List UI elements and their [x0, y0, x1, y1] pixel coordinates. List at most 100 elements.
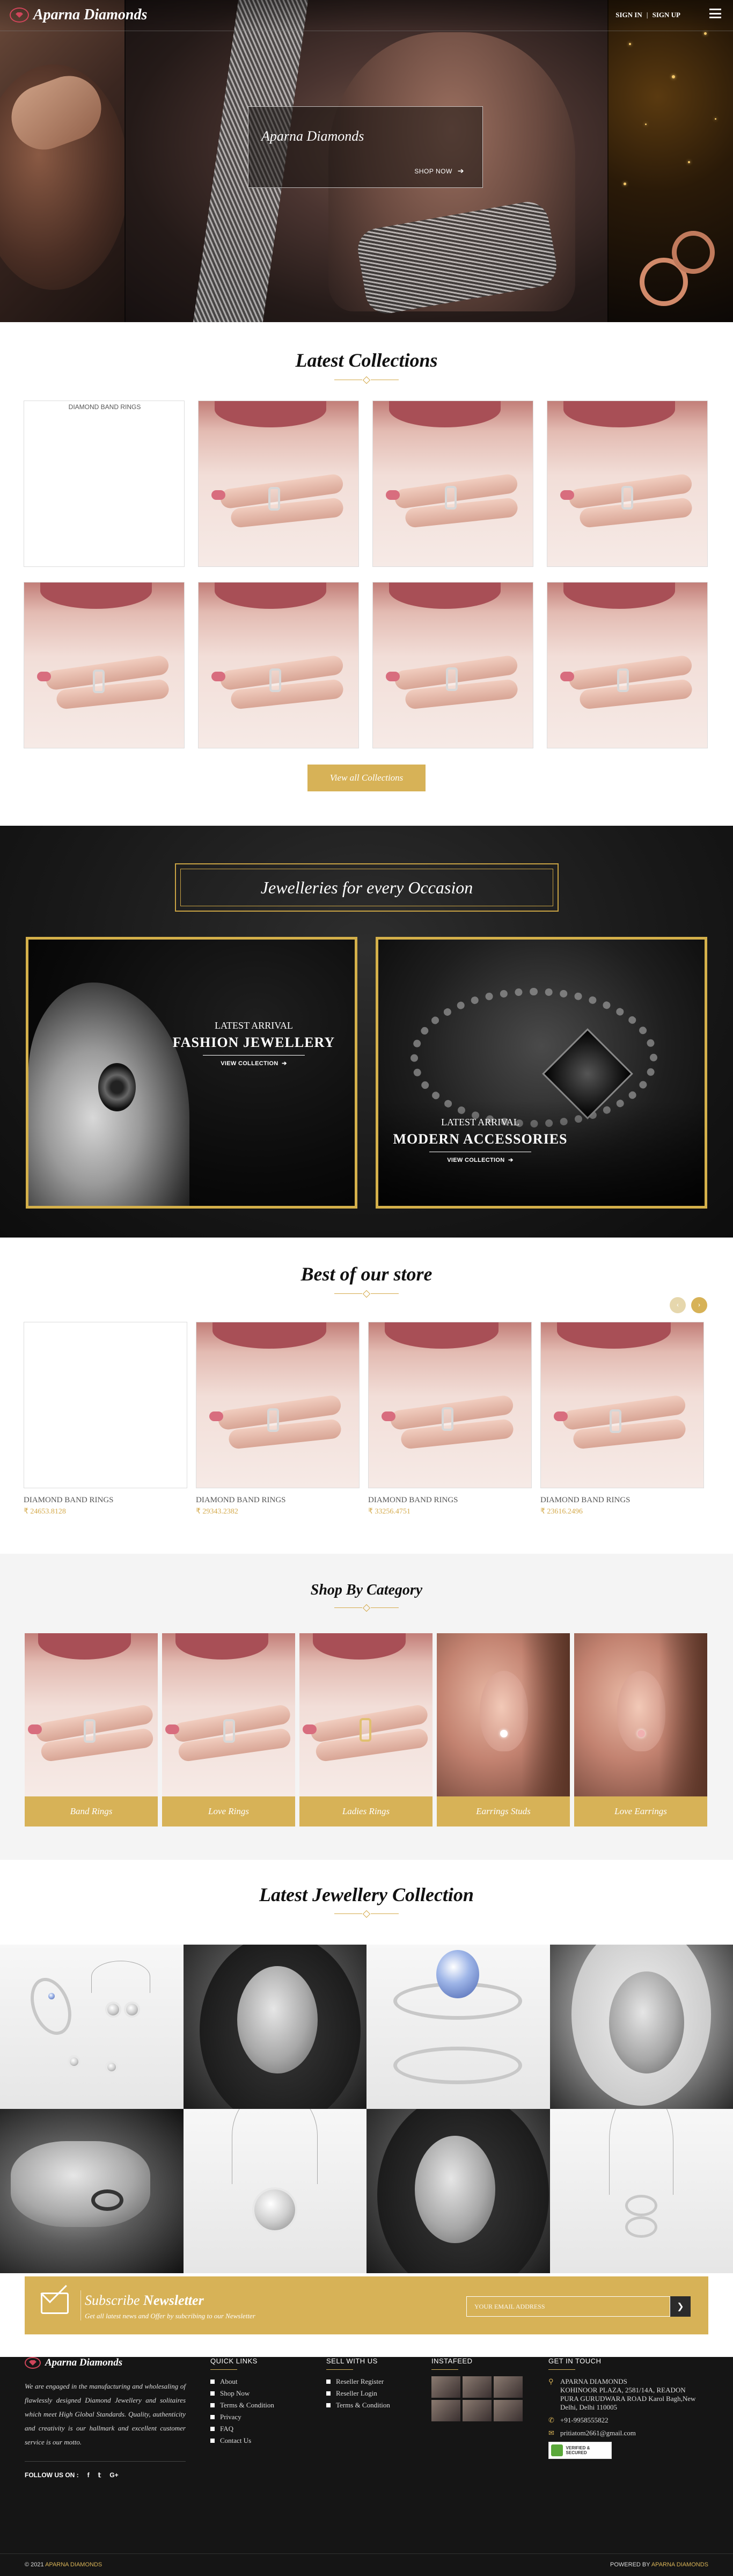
- hero-promo-card: Aparna Diamonds SHOP NOW ➔: [248, 106, 483, 188]
- fashion-jewellery-card[interactable]: LATEST ARRIVAL FASHION JEWELLERY VIEW CO…: [26, 937, 357, 1209]
- product-price: ₹ 24653.8128: [24, 1508, 66, 1516]
- product-name[interactable]: DIAMOND BAND RINGS: [368, 1496, 532, 1505]
- product-image[interactable]: [540, 1322, 704, 1488]
- product-tile[interactable]: [547, 401, 708, 567]
- sell-with-us-heading: SELL WITH US: [326, 2357, 378, 2365]
- gallery-image[interactable]: [549, 1945, 733, 2109]
- occasion-title: Jewelleries for every Occasion: [180, 869, 553, 906]
- site-logo[interactable]: Aparna Diamonds: [10, 6, 147, 24]
- gallery-image[interactable]: [183, 1945, 366, 2109]
- product-tile[interactable]: DIAMOND BAND RINGS: [24, 401, 185, 567]
- product-name[interactable]: DIAMOND BAND RINGS: [24, 1496, 187, 1505]
- sign-up-link[interactable]: SIGN UP: [653, 11, 680, 19]
- top-navigation: Aparna Diamonds SIGN IN | SIGN UP: [0, 0, 733, 31]
- product-image[interactable]: [368, 1322, 532, 1488]
- product-card[interactable]: DIAMOND BAND RINGS ₹ 23616.2496: [540, 1322, 704, 1516]
- twitter-icon[interactable]: 𝕥: [98, 2471, 101, 2479]
- footer-link[interactable]: Privacy: [210, 2413, 274, 2421]
- category-card[interactable]: Love Earrings: [574, 1633, 707, 1827]
- newsletter-email-input[interactable]: [466, 2296, 670, 2317]
- chevron-left-icon[interactable]: ‹: [670, 1297, 686, 1313]
- category-card[interactable]: Ladies Rings: [299, 1633, 433, 1827]
- gallery-image[interactable]: [0, 2109, 184, 2273]
- footer-link[interactable]: Reseller Login: [326, 2389, 390, 2398]
- category-label: Love Rings: [162, 1796, 295, 1827]
- instafeed-image[interactable]: [431, 2376, 460, 2398]
- envelope-icon: ✉: [548, 2429, 554, 2437]
- footer-link[interactable]: Reseller Register: [326, 2377, 390, 2386]
- product-tile[interactable]: [198, 582, 359, 748]
- view-all-collections-button[interactable]: View all Collections: [307, 765, 426, 791]
- arrow-right-icon: ➔: [282, 1060, 287, 1067]
- hero-image-right: [607, 0, 733, 322]
- category-card[interactable]: Love Rings: [162, 1633, 295, 1827]
- google-plus-icon[interactable]: G+: [109, 2471, 118, 2479]
- map-marker-icon: ⚲: [548, 2377, 554, 2385]
- product-tile[interactable]: [547, 582, 708, 748]
- card-eyebrow: LATEST ARRIVAL: [441, 1117, 519, 1127]
- envelope-icon: [41, 2293, 69, 2314]
- sign-in-link[interactable]: SIGN IN: [615, 11, 642, 19]
- footer-logo[interactable]: Aparna Diamonds: [25, 2357, 186, 2369]
- view-collection-link[interactable]: VIEW COLLECTION ➔: [389, 1156, 571, 1163]
- arrow-right-icon: ➔: [457, 166, 464, 175]
- instafeed-image[interactable]: [431, 2400, 460, 2421]
- instafeed-image[interactable]: [494, 2400, 523, 2421]
- product-image[interactable]: [196, 1322, 360, 1488]
- footer-link[interactable]: FAQ: [210, 2425, 274, 2433]
- hamburger-menu-icon[interactable]: [709, 9, 721, 18]
- gallery-image[interactable]: [0, 1945, 184, 2109]
- phone-icon: ✆: [548, 2416, 554, 2424]
- latest-collections-title: Latest Collections: [295, 350, 438, 371]
- chevron-right-icon[interactable]: ›: [691, 1297, 707, 1313]
- product-name[interactable]: DIAMOND BAND RINGS: [196, 1496, 360, 1505]
- category-label: Band Rings: [25, 1796, 158, 1827]
- footer-link[interactable]: Terms & Condition: [210, 2401, 274, 2410]
- footer-link[interactable]: Shop Now: [210, 2389, 274, 2398]
- newsletter-banner: Subscribe Newsletter Get all latest news…: [25, 2276, 708, 2334]
- phone-number[interactable]: +91-9958555822: [560, 2416, 609, 2425]
- hero-banner: Aparna Diamonds SIGN IN | SIGN UP Aparna…: [0, 0, 733, 322]
- product-name[interactable]: DIAMOND BAND RINGS: [540, 1496, 704, 1505]
- gallery-image[interactable]: [183, 2109, 366, 2273]
- shop-now-button[interactable]: SHOP NOW ➔: [414, 166, 464, 176]
- instafeed-image[interactable]: [463, 2400, 492, 2421]
- product-tile[interactable]: [372, 401, 533, 567]
- instafeed-image[interactable]: [494, 2376, 523, 2398]
- footer-link[interactable]: Terms & Condition: [326, 2401, 390, 2410]
- page: Aparna Diamonds SIGN IN | SIGN UP Aparna…: [0, 0, 733, 2576]
- gallery-image[interactable]: [366, 2109, 550, 2273]
- product-card[interactable]: DIAMOND BAND RINGS ₹ 33256.4751: [368, 1322, 532, 1516]
- latest-jewellery-title: Latest Jewellery Collection: [259, 1884, 474, 1905]
- category-card[interactable]: Earrings Studs: [437, 1633, 570, 1827]
- title-ornament: [334, 376, 399, 384]
- product-price: ₹ 23616.2496: [540, 1508, 583, 1516]
- email-address[interactable]: pritiatom2661@gmail.com: [560, 2429, 636, 2437]
- instafeed-image[interactable]: [463, 2376, 492, 2398]
- category-card[interactable]: Band Rings: [25, 1633, 158, 1827]
- facebook-icon[interactable]: f: [87, 2471, 90, 2479]
- shop-by-category-section: Shop By Category Band Rings Love Rings L…: [0, 1554, 733, 1860]
- auth-links: SIGN IN | SIGN UP: [615, 11, 680, 19]
- product-image[interactable]: [24, 1322, 187, 1488]
- modern-accessories-card[interactable]: LATEST ARRIVAL MODERN ACCESSORIES VIEW C…: [376, 937, 707, 1209]
- gallery-image[interactable]: [549, 2109, 733, 2273]
- chevron-right-icon[interactable]: ❯: [670, 2296, 691, 2317]
- product-tile[interactable]: [24, 582, 185, 748]
- product-tile[interactable]: [372, 582, 533, 748]
- view-collection-link[interactable]: VIEW COLLECTION ➔: [163, 1060, 345, 1067]
- product-card[interactable]: DIAMOND BAND RINGS ₹ 29343.2382: [196, 1322, 360, 1516]
- product-card[interactable]: DIAMOND BAND RINGS ₹ 24653.8128: [24, 1322, 187, 1516]
- footer-link[interactable]: Contact Us: [210, 2436, 274, 2445]
- phone-row: ✆ +91-9958555822: [548, 2416, 715, 2425]
- brand-name: Aparna Diamonds: [33, 6, 148, 23]
- title-ornament: [334, 1604, 399, 1612]
- title-ornament: [334, 1910, 399, 1918]
- quick-links-list: About Shop Now Terms & Condition Privacy…: [210, 2377, 274, 2445]
- footer-link[interactable]: About: [210, 2377, 274, 2386]
- product-tile[interactable]: [198, 401, 359, 567]
- category-label: Ladies Rings: [299, 1796, 433, 1827]
- footer: Aparna Diamonds We are engaged in the ma…: [0, 2357, 733, 2576]
- footer-brand: Aparna Diamonds: [45, 2357, 123, 2368]
- gallery-image[interactable]: [366, 1945, 550, 2109]
